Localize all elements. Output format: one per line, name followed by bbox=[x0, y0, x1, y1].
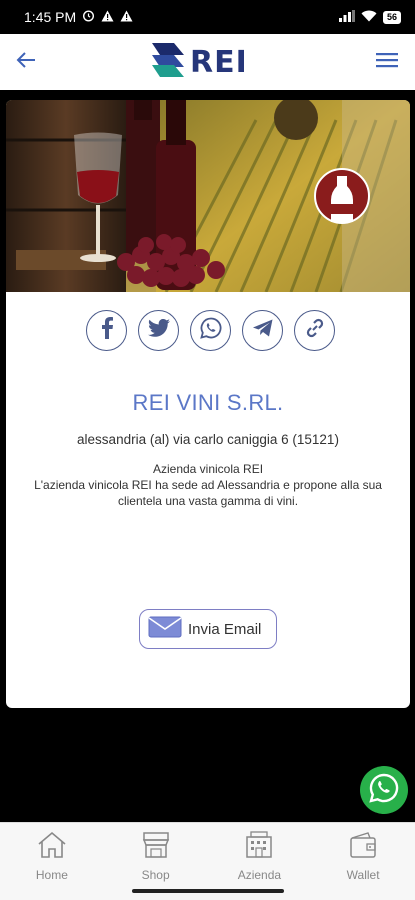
app-header: REI bbox=[0, 34, 415, 90]
nav-label-wallet: Wallet bbox=[346, 868, 380, 882]
logo: REI bbox=[150, 41, 248, 84]
hamburger-menu-icon bbox=[376, 52, 398, 73]
envelope-icon bbox=[148, 616, 182, 643]
nav-label-azienda: Azienda bbox=[237, 868, 282, 882]
whatsapp-icon bbox=[368, 772, 400, 809]
menu-button[interactable] bbox=[373, 48, 401, 76]
logo-mark-icon bbox=[150, 41, 186, 84]
nav-item-wallet[interactable]: Wallet bbox=[311, 823, 415, 900]
whatsapp-icon bbox=[199, 317, 222, 344]
nav-item-home[interactable]: Home bbox=[0, 823, 104, 900]
telegram-button[interactable] bbox=[242, 310, 283, 351]
header-divider bbox=[0, 90, 415, 100]
battery-icon: 56 bbox=[382, 10, 401, 24]
facebook-icon bbox=[100, 317, 114, 344]
copy-link-button[interactable] bbox=[294, 310, 335, 351]
twitter-icon bbox=[147, 318, 170, 342]
link-icon bbox=[304, 317, 326, 344]
company-address: alessandria (al) via carlo caniggia 6 (1… bbox=[77, 432, 339, 447]
whatsapp-chat-button[interactable] bbox=[360, 766, 408, 814]
facebook-button[interactable] bbox=[86, 310, 127, 351]
back-button[interactable] bbox=[12, 48, 40, 76]
home-indicator bbox=[132, 889, 284, 893]
alarm-icon bbox=[82, 9, 95, 25]
send-email-button[interactable]: Invia Email bbox=[139, 609, 277, 649]
description-text: L'azienda vinicola REI ha sede ad Alessa… bbox=[34, 478, 382, 508]
twitter-button[interactable] bbox=[138, 310, 179, 351]
shop-icon bbox=[140, 831, 172, 864]
warning-icon bbox=[101, 9, 114, 25]
company-card: REI VINI S.RL. alessandria (al) via carl… bbox=[6, 100, 410, 708]
company-description: Azienda vinicola REI L'azienda vinicola … bbox=[14, 461, 402, 509]
whatsapp-button[interactable] bbox=[190, 310, 231, 351]
status-time: 1:45 PM bbox=[24, 9, 77, 25]
nav-label-home: Home bbox=[35, 868, 68, 882]
wifi-icon bbox=[361, 9, 377, 25]
company-name: REI VINI S.RL. bbox=[132, 390, 284, 415]
warning-icon bbox=[120, 9, 133, 25]
status-right: 56 bbox=[338, 9, 401, 25]
social-share-row bbox=[86, 310, 335, 351]
status-left: 1:45 PM bbox=[24, 9, 133, 25]
banner-image bbox=[6, 100, 410, 292]
signal-icon bbox=[338, 9, 355, 25]
status-bar: 1:45 PM 56 bbox=[0, 0, 415, 34]
description-title: Azienda vinicola REI bbox=[152, 462, 264, 476]
nav-label-shop: Shop bbox=[141, 868, 170, 882]
send-email-label: Invia Email bbox=[188, 620, 262, 638]
telegram-icon bbox=[252, 318, 274, 343]
wallet-icon bbox=[347, 831, 379, 864]
company-icon bbox=[243, 831, 275, 864]
home-icon bbox=[36, 831, 68, 864]
logo-text: REI bbox=[190, 45, 248, 80]
arrow-left-icon bbox=[16, 51, 36, 73]
